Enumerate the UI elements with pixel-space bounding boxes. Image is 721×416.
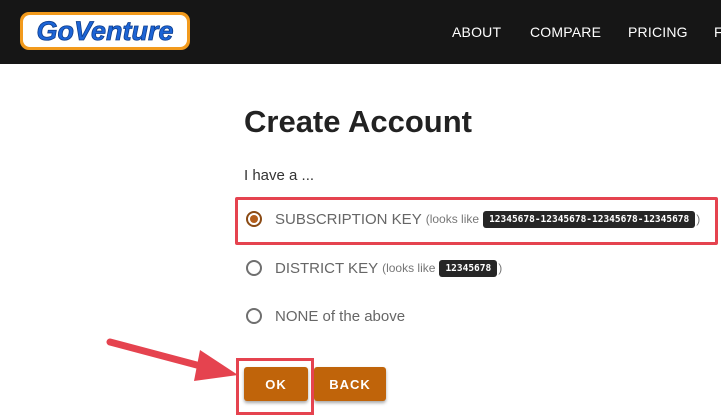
- goventure-logo[interactable]: GoVenture: [18, 8, 192, 54]
- option-label: NONE of the above: [275, 307, 406, 325]
- hint-prefix: (looks like: [425, 212, 480, 226]
- nav-pricing[interactable]: PRICING: [628, 24, 688, 40]
- back-button[interactable]: BACK: [314, 367, 386, 401]
- logo-text: GoVenture: [36, 16, 173, 46]
- key-format-example: 12345678: [439, 259, 498, 277]
- option-subscription-key[interactable]: SUBSCRIPTION KEY (looks like 12345678-12…: [246, 208, 700, 230]
- nav-truncated-item[interactable]: F: [714, 24, 721, 40]
- hint-suffix: ): [498, 261, 503, 275]
- radio-unchecked-icon[interactable]: [246, 308, 262, 324]
- ok-button[interactable]: OK: [244, 367, 308, 401]
- page-title: Create Account: [244, 104, 472, 139]
- radio-checked-icon[interactable]: [246, 211, 262, 227]
- hint-prefix: (looks like: [382, 261, 436, 275]
- arrow-right-icon: [106, 338, 238, 381]
- account-type-prompt: I have a ...: [244, 167, 315, 184]
- option-district-key[interactable]: DISTRICT KEY (looks like 12345678 ): [246, 257, 502, 279]
- page: GoVenture ABOUT COMPARE PRICING F Create…: [0, 0, 721, 416]
- key-format-hint: (looks like 12345678-12345678-12345678-1…: [425, 210, 701, 228]
- top-navigation-bar: GoVenture ABOUT COMPARE PRICING F: [0, 0, 721, 64]
- option-label: DISTRICT KEY: [275, 259, 379, 277]
- key-format-example: 12345678-12345678-12345678-12345678: [483, 210, 696, 228]
- option-label: SUBSCRIPTION KEY: [275, 210, 422, 228]
- option-none[interactable]: NONE of the above: [246, 305, 405, 327]
- nav-compare[interactable]: COMPARE: [530, 24, 601, 40]
- nav-about[interactable]: ABOUT: [452, 24, 501, 40]
- key-format-hint: (looks like 12345678 ): [382, 259, 503, 277]
- radio-unchecked-icon[interactable]: [246, 260, 262, 276]
- hint-suffix: ): [696, 212, 701, 226]
